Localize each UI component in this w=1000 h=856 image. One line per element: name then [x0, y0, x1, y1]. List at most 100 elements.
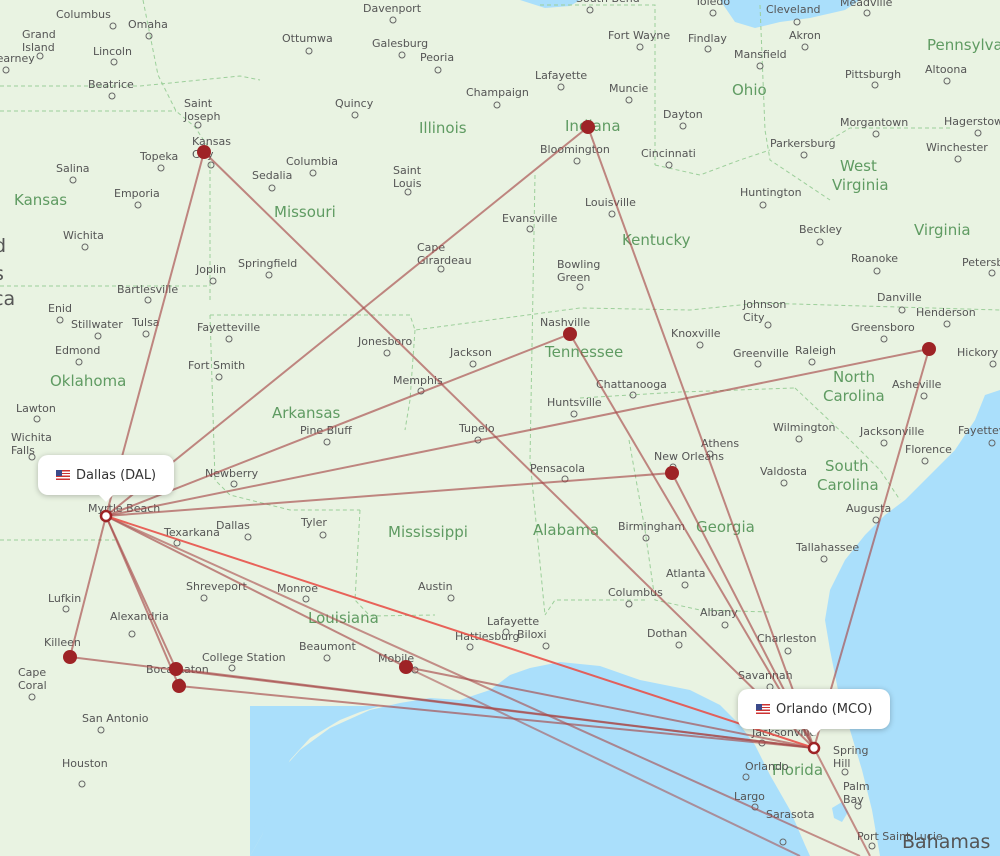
- state-label: Mississippi: [388, 523, 468, 541]
- city-label: Mansfield: [734, 48, 787, 61]
- city-dot: [954, 155, 962, 163]
- city-dot: [228, 664, 236, 672]
- city-dot: [675, 641, 683, 649]
- city-dot: [144, 296, 152, 304]
- city-dot: [820, 555, 828, 563]
- city-label: Kearney: [0, 52, 35, 65]
- connection-airport-dot[interactable]: Kansas City: [197, 145, 211, 159]
- city-label: Louisville: [585, 196, 636, 209]
- city-label: Columbus: [56, 8, 111, 21]
- city-dot: [784, 647, 792, 655]
- city-label: Beaumont: [299, 640, 356, 653]
- city-label: Dallas: [216, 519, 250, 532]
- city-label: Springfield: [238, 257, 297, 270]
- route-line: [587, 126, 815, 749]
- destination-callout[interactable]: Orlando (MCO): [738, 689, 891, 736]
- city-label: Raleigh: [795, 344, 836, 357]
- city-dot: [110, 58, 118, 66]
- city-label: Greenville: [733, 347, 789, 360]
- city-dot: [780, 479, 788, 487]
- city-dot: [756, 62, 764, 70]
- city-dot: [157, 164, 165, 172]
- city-label: Palm Bay: [843, 780, 870, 806]
- city-label: Cincinnati: [641, 147, 696, 160]
- city-label: Knoxville: [671, 327, 721, 340]
- origin-airport-marker[interactable]: [99, 509, 113, 523]
- city-dot: [398, 51, 406, 59]
- city-dot: [434, 66, 442, 74]
- city-dot: [447, 594, 455, 602]
- city-dot: [389, 16, 397, 24]
- city-dot: [868, 842, 876, 850]
- city-dot: [215, 373, 223, 381]
- state-label: Virginia: [832, 176, 889, 194]
- city-label: Chattanooga: [596, 378, 667, 391]
- city-label: Florence: [905, 443, 952, 456]
- connection-airport-dot[interactable]: Nashville: [563, 327, 577, 341]
- city-label: Tallahassee: [795, 541, 859, 554]
- connection-airport-dot[interactable]: New Orleans: [399, 660, 413, 674]
- city-label: Evansville: [502, 212, 558, 225]
- state-label: South: [825, 457, 869, 475]
- city-label: Dothan: [647, 627, 687, 640]
- city-dot: [28, 693, 36, 701]
- city-label: Lafayette: [487, 615, 539, 628]
- city-dot: [62, 605, 70, 613]
- city-label: Cleveland: [766, 3, 821, 16]
- city-label: Galesburg: [372, 37, 428, 50]
- origin-callout[interactable]: Dallas (DAL): [38, 455, 175, 502]
- city-dot: [268, 184, 276, 192]
- city-dot: [764, 321, 772, 329]
- city-label: Fayetteville: [197, 321, 260, 334]
- city-label: Akron: [789, 29, 821, 42]
- city-label: Cape Coral: [18, 666, 47, 692]
- city-dot: [526, 225, 534, 233]
- route-line: [105, 515, 407, 668]
- city-dot: [573, 157, 581, 165]
- city-label: Topeka: [139, 150, 178, 163]
- city-label: Savannah: [738, 669, 793, 682]
- city-dot: [863, 9, 871, 17]
- city-dot: [988, 269, 996, 277]
- us-flag-icon: [56, 470, 70, 480]
- city-label: Jackson: [449, 346, 492, 359]
- city-dot: [145, 32, 153, 40]
- city-label: Wichita Falls: [11, 431, 52, 457]
- city-label: Atlanta: [666, 567, 705, 580]
- city-label: Johnson City: [742, 298, 786, 324]
- city-dot: [142, 330, 150, 338]
- city-dot: [808, 358, 816, 366]
- city-label: Parkersburg: [770, 137, 836, 150]
- city-label: Columbia: [286, 155, 338, 168]
- connection-airport-dot[interactable]: Austin: [63, 650, 77, 664]
- city-label: Valdosta: [760, 465, 807, 478]
- connection-airport-dot[interactable]: Atlanta: [665, 466, 679, 480]
- route-map[interactable]: d s rica Bahamas Kansas Missouri Illinoi…: [0, 0, 1000, 856]
- country-label-usa-1: d: [0, 235, 6, 257]
- city-dot: [323, 654, 331, 662]
- city-label: Athens: [701, 437, 739, 450]
- destination-airport-marker[interactable]: [807, 741, 821, 755]
- connection-airport-dot[interactable]: Houston (Bush): [172, 679, 186, 693]
- city-dot: [636, 43, 644, 51]
- city-label: Henderson: [916, 306, 976, 319]
- city-dot: [665, 161, 673, 169]
- city-dot: [323, 438, 331, 446]
- city-label: San Antonio: [82, 712, 149, 725]
- city-dot: [974, 129, 982, 137]
- city-dot: [880, 335, 888, 343]
- route-line: [105, 472, 673, 517]
- city-label: Quincy: [335, 97, 374, 110]
- origin-airport-label: Dallas (DAL): [76, 467, 157, 483]
- connection-airport-dot[interactable]: Raleigh: [922, 342, 936, 356]
- city-label: Fort Wayne: [608, 29, 670, 42]
- city-label: Bowling Green: [557, 258, 600, 284]
- connection-airport-dot[interactable]: Houston (Hobby): [169, 662, 183, 676]
- city-dot: [244, 533, 252, 541]
- state-label: Arkansas: [272, 404, 341, 422]
- connection-airport-dot[interactable]: Indianapolis: [581, 120, 595, 134]
- city-dot: [943, 77, 951, 85]
- city-label: Tupelo: [458, 422, 495, 435]
- state-label: Oklahoma: [50, 372, 126, 390]
- city-dot: [704, 45, 712, 53]
